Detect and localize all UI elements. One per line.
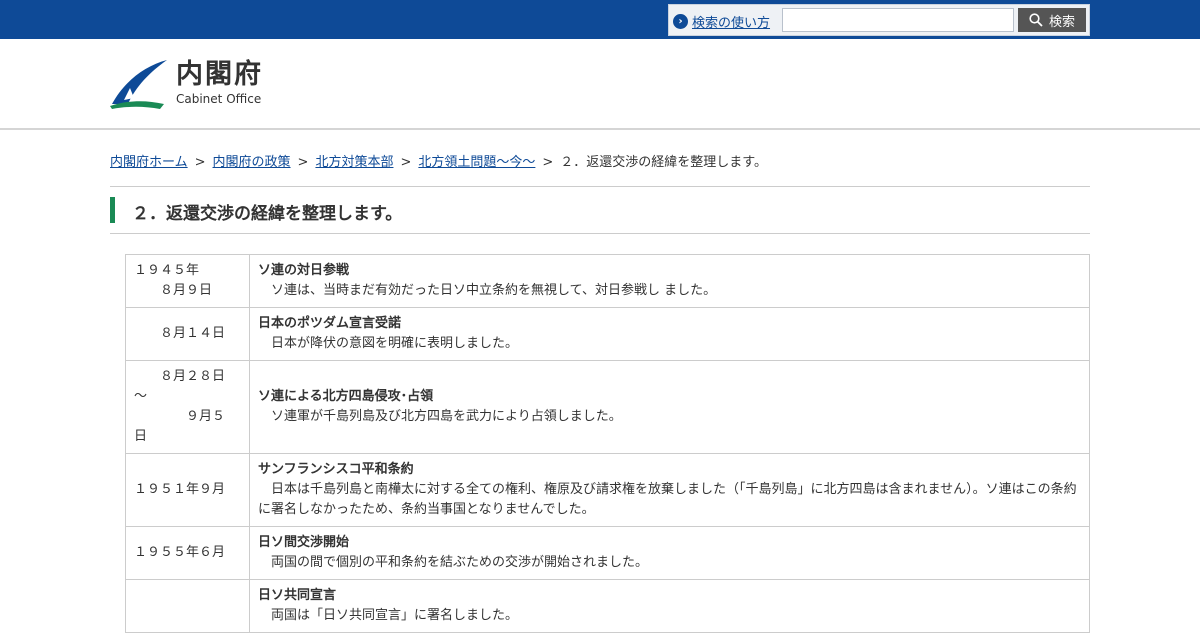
event-title: ソ連による北方四島侵攻･占領 xyxy=(258,389,434,404)
table-row: １９４５年 ８月９日 ソ連の対日参戦 ソ連は、当時まだ有効だった日ソ中立条約を無… xyxy=(125,254,1090,308)
logo-name-jp: 内閣府 xyxy=(176,59,263,90)
event-description: 両国は「日ソ共同宣言」に署名しました。 xyxy=(258,608,519,623)
chevron-right-icon: › xyxy=(673,14,688,29)
row-date: ８月２８日 ～ ９月５ 日 xyxy=(125,360,250,454)
event-description: 日本は千島列島と南樺太に対する全ての権利、権原及び請求権を放棄しました（「千島列… xyxy=(258,482,1077,517)
search-icon xyxy=(1029,13,1043,27)
breadcrumb-link-northern-hq[interactable]: 北方対策本部 xyxy=(315,155,393,170)
event-title: ソ連の対日参戦 xyxy=(258,263,350,278)
search-input[interactable] xyxy=(782,8,1014,32)
event-title: 日本のポツダム宣言受諾 xyxy=(258,316,402,331)
row-event: ソ連による北方四島侵攻･占領 ソ連軍が千島列島及び北方四島を武力により占領しまし… xyxy=(249,360,1090,454)
row-date: ８月１４日 xyxy=(125,307,250,361)
row-event: 日ソ共同宣言 両国は「日ソ共同宣言」に署名しました。 xyxy=(249,579,1090,633)
search-help-link[interactable]: 検索の使い方 xyxy=(692,12,770,31)
breadcrumb: 内閣府ホーム > 内閣府の政策 > 北方対策本部 > 北方領土問題～今～ >２．返還交渉の経緯… xyxy=(110,151,767,170)
search-help[interactable]: › 検索の使い方 xyxy=(673,12,770,31)
breadcrumb-separator: > xyxy=(194,155,206,170)
row-date: １９４５年 ８月９日 xyxy=(125,254,250,308)
top-bar: › 検索の使い方 検索 xyxy=(0,0,1200,39)
table-row: １９５１年９月 サンフランシスコ平和条約 日本は千島列島と南樺太に対する全ての権… xyxy=(125,453,1090,527)
event-description: ソ連は、当時まだ有効だった日ソ中立条約を無視して、対日参戦し ました。 xyxy=(258,283,717,298)
logo-mark-icon xyxy=(110,60,167,109)
page-title: ２．返還交渉の経緯を整理します。 xyxy=(132,204,403,224)
breadcrumb-link-policy[interactable]: 内閣府の政策 xyxy=(213,155,291,170)
row-date: １９５１年９月 xyxy=(125,453,250,527)
breadcrumb-link-home[interactable]: 内閣府ホーム xyxy=(110,155,188,170)
site-header: 内閣府 Cabinet Office xyxy=(0,39,1200,130)
event-title: サンフランシスコ平和条約 xyxy=(258,462,414,477)
event-title: 日ソ共同宣言 xyxy=(258,588,337,603)
logo-name-en: Cabinet Office xyxy=(176,92,262,106)
page-title-block: ２．返還交渉の経緯を整理します。 xyxy=(110,186,1090,234)
event-description: 日本が降伏の意図を明確に表明しました。 xyxy=(258,336,519,351)
table-row: ８月２８日 ～ ９月５ 日 ソ連による北方四島侵攻･占領 ソ連軍が千島列島及び北… xyxy=(125,360,1090,454)
row-date: １９５５年６月 xyxy=(125,526,250,580)
search-box: › 検索の使い方 検索 xyxy=(668,4,1090,36)
event-description: ソ連軍が千島列島及び北方四島を武力により占領しました。 xyxy=(258,409,622,424)
row-event: 日本のポツダム宣言受諾 日本が降伏の意図を明確に表明しました。 xyxy=(249,307,1090,361)
title-accent-bar xyxy=(110,197,115,223)
row-event: ソ連の対日参戦 ソ連は、当時まだ有効だった日ソ中立条約を無視して、対日参戦し ま… xyxy=(249,254,1090,308)
event-title: 日ソ間交渉開始 xyxy=(258,535,350,550)
breadcrumb-current: ２．返還交渉の経緯を整理します。 xyxy=(560,155,767,170)
row-event: 日ソ間交渉開始 両国の間で個別の平和条約を結ぶための交渉が開始されました。 xyxy=(249,526,1090,580)
logo-text: 内閣府 Cabinet Office xyxy=(176,59,263,107)
table-row: 日ソ共同宣言 両国は「日ソ共同宣言」に署名しました。 xyxy=(125,579,1090,633)
breadcrumb-separator: > xyxy=(400,155,412,170)
row-date xyxy=(125,579,250,633)
search-button[interactable]: 検索 xyxy=(1018,8,1086,32)
table-row: ８月１４日 日本のポツダム宣言受諾 日本が降伏の意図を明確に表明しました。 xyxy=(125,307,1090,361)
cabinet-office-logo[interactable]: 内閣府 Cabinet Office xyxy=(110,60,263,109)
breadcrumb-separator: > xyxy=(542,155,554,170)
history-table: １９４５年 ８月９日 ソ連の対日参戦 ソ連は、当時まだ有効だった日ソ中立条約を無… xyxy=(125,254,1090,633)
table-row: １９５５年６月 日ソ間交渉開始 両国の間で個別の平和条約を結ぶための交渉が開始さ… xyxy=(125,526,1090,580)
event-description: 両国の間で個別の平和条約を結ぶための交渉が開始されました。 xyxy=(258,555,649,570)
search-button-label: 検索 xyxy=(1048,14,1075,30)
breadcrumb-separator: > xyxy=(297,155,309,170)
row-event: サンフランシスコ平和条約 日本は千島列島と南樺太に対する全ての権利、権原及び請求… xyxy=(249,453,1090,527)
breadcrumb-link-territory-issue[interactable]: 北方領土問題～今～ xyxy=(418,155,535,170)
